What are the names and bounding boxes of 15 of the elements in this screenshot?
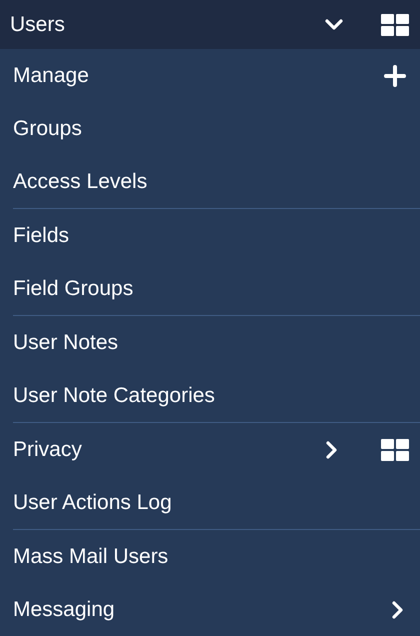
dashboard-icon[interactable]: [381, 438, 409, 460]
menu-title[interactable]: Users: [10, 8, 325, 40]
menu-item[interactable]: Manage: [13, 49, 420, 102]
menu-item[interactable]: Groups: [13, 102, 420, 155]
menu-item[interactable]: User Actions Log: [13, 476, 420, 529]
menu-item[interactable]: Access Levels: [13, 155, 420, 208]
dashboard-icon[interactable]: [381, 14, 409, 36]
menu-item[interactable]: Field Groups: [13, 262, 420, 315]
menu-item[interactable]: Messaging: [13, 583, 420, 636]
menu-item[interactable]: User Notes: [13, 316, 420, 369]
menu-item[interactable]: Mass Mail Users: [13, 530, 420, 583]
menu-item[interactable]: Privacy: [13, 423, 420, 476]
menu-item[interactable]: User Note Categories: [13, 369, 420, 422]
menu-item[interactable]: Fields: [13, 209, 420, 262]
plus-icon[interactable]: [384, 64, 406, 86]
